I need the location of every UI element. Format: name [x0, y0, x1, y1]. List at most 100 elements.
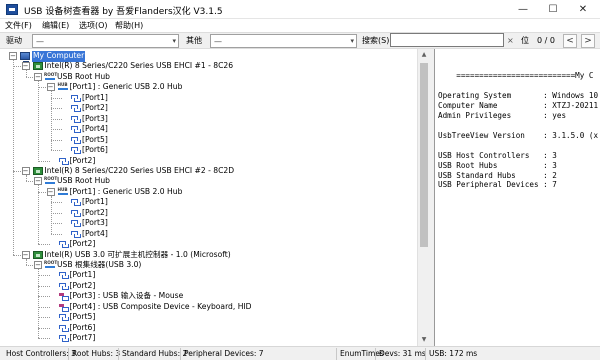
- tree-node-label: [Port1]: [69, 270, 96, 280]
- tree-node-label: [Port4]: [82, 228, 108, 238]
- menu-options[interactable]: 选项(O): [79, 19, 108, 32]
- status-usb-time: USB: 172 ms: [429, 349, 478, 358]
- tree-node[interactable]: − My Computer: [0, 51, 415, 62]
- host-controller-icon: [32, 166, 43, 175]
- search-input[interactable]: [390, 33, 504, 47]
- window-title: USB 设备树查看器 by 吾爱Flanders汉化 V3.1.5: [24, 7, 223, 17]
- status-divider: [68, 348, 69, 360]
- tree-node-label: [Port2]: [69, 155, 96, 165]
- tree-collapse-icon[interactable]: −: [34, 177, 42, 186]
- tree-node[interactable]: − Intel(R) 8 Series/C220 Series USB EHCI …: [0, 61, 415, 72]
- tree-node[interactable]: [Port6]: [0, 323, 415, 334]
- usb-port-icon: [58, 240, 69, 249]
- usb-port-icon: [70, 209, 81, 217]
- search-clear-icon[interactable]: ×: [507, 35, 514, 47]
- close-button[interactable]: ✕: [568, 0, 598, 19]
- usb-port-icon: [70, 115, 81, 123]
- tree-node-label: [Port1]: [82, 92, 108, 102]
- tree-node[interactable]: − [Port1] : Generic USB 2.0 Hub: [0, 187, 415, 198]
- root-hub-icon: [44, 72, 57, 81]
- tree-node[interactable]: − Intel(R) 8 Series/C220 Series USB EHCI …: [0, 166, 415, 177]
- tree-node[interactable]: [Port2]: [0, 239, 415, 250]
- app-usb-icon: [6, 4, 18, 15]
- tree-node[interactable]: − USB 根集线器(USB 3.0): [0, 260, 415, 271]
- tree-node[interactable]: [Port1]: [0, 197, 415, 208]
- tree-node[interactable]: [Port2]: [0, 103, 415, 114]
- menu-file[interactable]: 文件(F): [5, 19, 32, 32]
- tree-node[interactable]: [Port3]: [0, 218, 415, 229]
- tree-node-label: [Port1] : Generic USB 2.0 Hub: [69, 82, 183, 92]
- usb-hub-icon: [57, 187, 68, 196]
- driver-value: —: [36, 37, 44, 46]
- usb-port-icon: [70, 146, 81, 155]
- tree-node-label: [Port7]: [69, 333, 96, 343]
- menu-help[interactable]: 帮助(H): [115, 19, 143, 32]
- tree-node-label: USB 根集线器(USB 3.0): [57, 260, 142, 269]
- tree-node-label: Intel(R) USB 3.0 可扩展主机控制器 - 1.0 (Microso…: [44, 249, 231, 259]
- tree-node[interactable]: [Port1]: [0, 93, 415, 104]
- tree-collapse-icon[interactable]: −: [34, 72, 42, 81]
- usb-port-icon: [70, 230, 81, 238]
- tree-node[interactable]: [Port3]: [0, 114, 415, 125]
- tree-collapse-icon[interactable]: −: [21, 62, 30, 71]
- tree-node-label: [Port4] : USB Composite Device - Keyboar…: [69, 301, 252, 311]
- usb-port-icon: [70, 198, 81, 207]
- tree-node[interactable]: [Port4]: [0, 124, 415, 135]
- tree-node[interactable]: [Port4] : USB Composite Device - Keyboar…: [0, 302, 415, 313]
- status-devs-time: Devs: 31 ms: [379, 349, 426, 358]
- tree-node-label: [Port6]: [69, 322, 96, 332]
- tree-node[interactable]: [Port5]: [0, 312, 415, 323]
- tree-node-label: [Port1] : Generic USB 2.0 Hub: [69, 186, 183, 196]
- host-controller-icon: [32, 62, 43, 71]
- tree-node[interactable]: [Port4]: [0, 229, 415, 240]
- usb-port-icon: [70, 104, 81, 113]
- tree-node-label: [Port2]: [82, 207, 108, 217]
- tree-node[interactable]: − USB Root Hub: [0, 176, 415, 187]
- tree-collapse-icon[interactable]: −: [21, 250, 30, 259]
- tree-collapse-icon[interactable]: −: [21, 166, 30, 175]
- tree-node[interactable]: − [Port1] : Generic USB 2.0 Hub: [0, 82, 415, 93]
- tree-collapse-icon[interactable]: −: [46, 187, 55, 196]
- tree-node[interactable]: [Port3] : USB 输入设备 - Mouse: [0, 291, 415, 302]
- tree-node[interactable]: [Port6]: [0, 145, 415, 156]
- tree-node[interactable]: − Intel(R) USB 3.0 可扩展主机控制器 - 1.0 (Micros…: [0, 250, 415, 261]
- tree-node[interactable]: [Port2]: [0, 156, 415, 167]
- status-divider: [336, 348, 337, 360]
- report-text: ==========================My C Operating…: [438, 71, 599, 190]
- device-tree[interactable]: − My Computer − Intel(R) 8 Series/C220 Seri…: [0, 49, 429, 346]
- tree-collapse-icon[interactable]: −: [34, 261, 42, 269]
- tree-node[interactable]: [Port5]: [0, 135, 415, 146]
- tree-node[interactable]: [Port2]: [0, 281, 415, 292]
- maximize-button[interactable]: ☐: [538, 0, 568, 19]
- tree-collapse-icon[interactable]: −: [46, 83, 55, 92]
- chevron-down-icon: ▾: [172, 37, 176, 45]
- tree-node-label: [Port2]: [69, 239, 96, 249]
- status-host-controllers: Host Controllers: 3: [6, 349, 76, 358]
- tree-node-label: [Port5]: [82, 134, 108, 144]
- tree-node[interactable]: [Port7]: [0, 333, 415, 344]
- status-root-hubs: Root Hubs: 3: [72, 349, 121, 358]
- search-next-button[interactable]: >: [581, 34, 595, 48]
- tree-node[interactable]: [Port1]: [0, 270, 415, 281]
- other-value: —: [214, 37, 222, 46]
- report-panel: ==========================My C Operating…: [434, 49, 600, 346]
- search-prev-button[interactable]: <: [563, 34, 577, 48]
- tree-node[interactable]: − USB Root Hub: [0, 72, 415, 83]
- tree-node-label: [Port4]: [82, 124, 108, 134]
- usb-device-icon: [57, 302, 69, 312]
- usb-port-icon: [70, 125, 81, 134]
- tree-scrollbar[interactable]: ▲ ▼: [417, 49, 429, 346]
- menu-bar: 文件(F) 编辑(E) 选项(O) 帮助(H): [0, 19, 600, 32]
- minimize-button[interactable]: —: [508, 0, 538, 19]
- status-peripheral-devices: Peripheral Devices: 7: [184, 349, 264, 358]
- driver-combobox[interactable]: — ▾: [32, 34, 179, 48]
- tree-node[interactable]: [Port2]: [0, 208, 415, 219]
- usb-hub-icon: [57, 82, 68, 92]
- tree-collapse-icon[interactable]: −: [9, 52, 17, 60]
- scroll-thumb[interactable]: [420, 63, 428, 247]
- tree-node-label: [Port2]: [69, 280, 96, 290]
- usb-port-icon: [58, 157, 69, 165]
- usb-port-icon: [58, 282, 69, 290]
- menu-edit[interactable]: 编辑(E): [42, 19, 69, 32]
- other-combobox[interactable]: — ▾: [210, 34, 357, 48]
